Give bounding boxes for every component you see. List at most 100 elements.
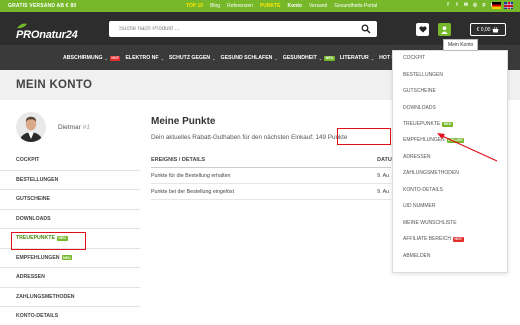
points-heading: Meine Punkte [151,116,216,127]
points-description-text: Dein aktuelles Rabatt-Guthaben für den n… [151,134,316,141]
nav-item-label: GESUNDHEIT [282,55,317,61]
sidebar-item-bestellungen[interactable]: BESTELLUNGEN [0,171,140,190]
facebook-icon[interactable]: f [445,2,451,9]
social-icons: f t ✉ ◎ p ▶ [445,2,496,9]
sidebar-item-label: ADRESSEN [16,274,45,281]
dropdown-item-wunschliste[interactable]: MEINE WUNSCHLISTE [403,220,457,226]
deluxe-badge: DELUXE [446,137,465,143]
chevron-down-icon: ⌄ [212,55,216,61]
top-bar: GRATIS VERSAND AB € 80 TOP 10 Blog Refer… [0,0,520,12]
page-title: MEIN KONTO [16,79,93,91]
profile-card: Dietmar #1 [16,112,136,144]
dropdown-item-label: GUTSCHEINE [403,88,436,94]
sidebar-item-konto-details[interactable]: KONTO-DETAILS [0,307,140,325]
avatar [16,112,46,142]
dropdown-item-label: ABMELDEN [403,253,431,259]
row-event: Punkte für die Bestellung erhalten [151,173,231,179]
sidebar-item-zahlungsmethoden[interactable]: ZAHLUNGSMETHODEN [0,288,140,307]
basket-icon [492,26,499,32]
dropdown-item-zahlungsmethoden[interactable]: ZAHLUNGSMETHODEN [403,170,459,176]
dropdown-item-bestellungen[interactable]: BESTELLUNGEN [403,72,443,78]
dropdown-item-downloads[interactable]: DOWNLOADS [403,105,436,111]
dropdown-item-label: UID NUMMER [403,203,436,209]
wishlist-button[interactable] [416,23,429,36]
dropdown-item-konto-details[interactable]: KONTO-DETAILS [403,187,443,193]
top-link-blog[interactable]: Blog [210,3,220,9]
nav-item-schutz-gegen[interactable]: SCHUTZ GEGEN ⌄ [169,55,216,61]
user-icon [441,25,448,34]
dropdown-item-gutscheine[interactable]: GUTSCHEINE [403,88,436,94]
table-row: Punkte für die Bestellung erhalten 9. Au [151,168,391,184]
pinterest-icon[interactable]: p [481,2,487,9]
chevron-down-icon: ⌄ [104,55,108,61]
sidebar-item-gutscheine[interactable]: GUTSCHEINE [0,190,140,210]
chevron-down-icon: ⌄ [160,55,164,61]
nav-item-label: ABSCHIRMUNG [63,55,103,61]
dropdown-item-uid-nummer[interactable]: UID NUMMER [403,203,436,209]
sidebar-item-label: KONTO-DETAILS [16,313,59,320]
account-button[interactable] [438,23,451,36]
row-date: 9. Au [377,189,390,195]
top-link-versand[interactable]: Versand [309,3,327,9]
german-flag-icon[interactable] [492,2,501,9]
top-link-gesundheits-portal[interactable]: Gesundheits-Portal [334,3,377,9]
user-number: #1 [82,124,90,131]
top-link-punkte[interactable]: PUNKTE [260,3,281,9]
sidebar-item-label: ZAHLUNGSMETHODEN [16,293,75,300]
top-link-referenzen[interactable]: Referenzen [227,3,253,9]
dropdown-item-cockpit[interactable]: COCKPIT [403,55,425,61]
sidebar-item-empfehlungen[interactable]: EMPFEHLUNGEN NEU [0,249,140,268]
sidebar-item-cockpit[interactable]: COCKPIT [0,151,140,171]
search-icon[interactable] [361,24,371,34]
top-link-top10[interactable]: TOP 10 [186,3,203,9]
dropdown-item-label: TREUEPUNKTE [403,121,441,127]
dropdown-item-adressen[interactable]: ADRESSEN [403,154,431,160]
chevron-down-icon: ⌄ [370,55,375,61]
nav-item-abschirmung[interactable]: ABSCHIRMUNG ⌄ HOT [63,55,121,61]
twitter-icon[interactable]: t [454,2,460,9]
sidebar-item-label: COCKPIT [16,157,40,164]
mail-icon[interactable]: ✉ [463,2,469,9]
user-photo-icon [16,112,46,142]
table-header: EREIGNIS / DETAILS DATU [151,154,392,168]
sidebar-item-label: GUTSCHEINE [16,196,51,203]
nav-item-elektro-nf[interactable]: ELEKTRO NF ⌄ [125,55,164,61]
dropdown-item-affiliate[interactable]: AFFILIATE BEREICH HOT [403,236,464,242]
sidebar-item-label: BESTELLUNGEN [16,176,59,183]
nav-item-label: GESUND SCHLAFEN [220,55,273,61]
shipping-notice: GRATIS VERSAND AB € 80 [8,3,77,9]
dropdown-item-label: COCKPIT [403,55,426,61]
top-link-konto[interactable]: Konto [288,3,302,9]
dropdown-item-label: AFFILIATE BEREICH [403,236,451,242]
dropdown-item-empfehlungen[interactable]: EMPFEHLUNGEN DELUXE [403,137,465,143]
cart-amount: € 0,00 [476,26,491,33]
table-row: Punkte bei der Bestellung eingelöst 9. A… [151,184,391,200]
language-flags [492,2,513,9]
nav-item-gesundheit[interactable]: GESUNDHEIT ⌄ NEU [283,55,335,61]
uk-flag-icon[interactable] [504,2,513,9]
dropdown-item-label: DOWNLOADS [403,105,436,111]
highlight-box-points [337,128,391,145]
dropdown-item-treuepunkte[interactable]: TREUEPUNKTE NEU [403,121,453,127]
dropdown-item-label: BESTELLUNGEN [403,72,444,78]
new-badge: NEU [442,121,453,127]
site-logo[interactable]: PROnatur24 [16,29,78,41]
account-tooltip: Mein Konto [443,39,479,51]
nav-item-literatur[interactable]: LITERATUR ⌄ [340,55,374,61]
sidebar-item-label: EMPFEHLUNGEN [16,254,60,261]
search-input[interactable] [119,24,349,34]
column-header-date: DATU [377,157,392,163]
sidebar-item-downloads[interactable]: DOWNLOADS [0,210,140,229]
header: PROnatur24 € 0,00 [0,12,520,45]
chevron-down-icon: ⌄ [318,55,323,61]
nav-item-label: SCHUTZ GEGEN [168,55,211,61]
cart-button[interactable]: € 0,00 [470,23,506,36]
sidebar-item-adressen[interactable]: ADRESSEN [0,268,140,288]
nav-item-gesund-schlafen[interactable]: GESUND SCHLAFEN ⌄ [221,55,278,61]
instagram-icon[interactable]: ◎ [472,2,478,9]
top-links: TOP 10 Blog Referenzen PUNKTE Konto Vers… [186,3,377,9]
row-event: Punkte bei der Bestellung eingelöst [151,189,235,195]
dropdown-item-abmelden[interactable]: ABMELDEN [403,253,431,259]
dropdown-item-label: KONTO-DETAILS [403,187,443,193]
user-first-name: Dietmar [58,124,81,131]
